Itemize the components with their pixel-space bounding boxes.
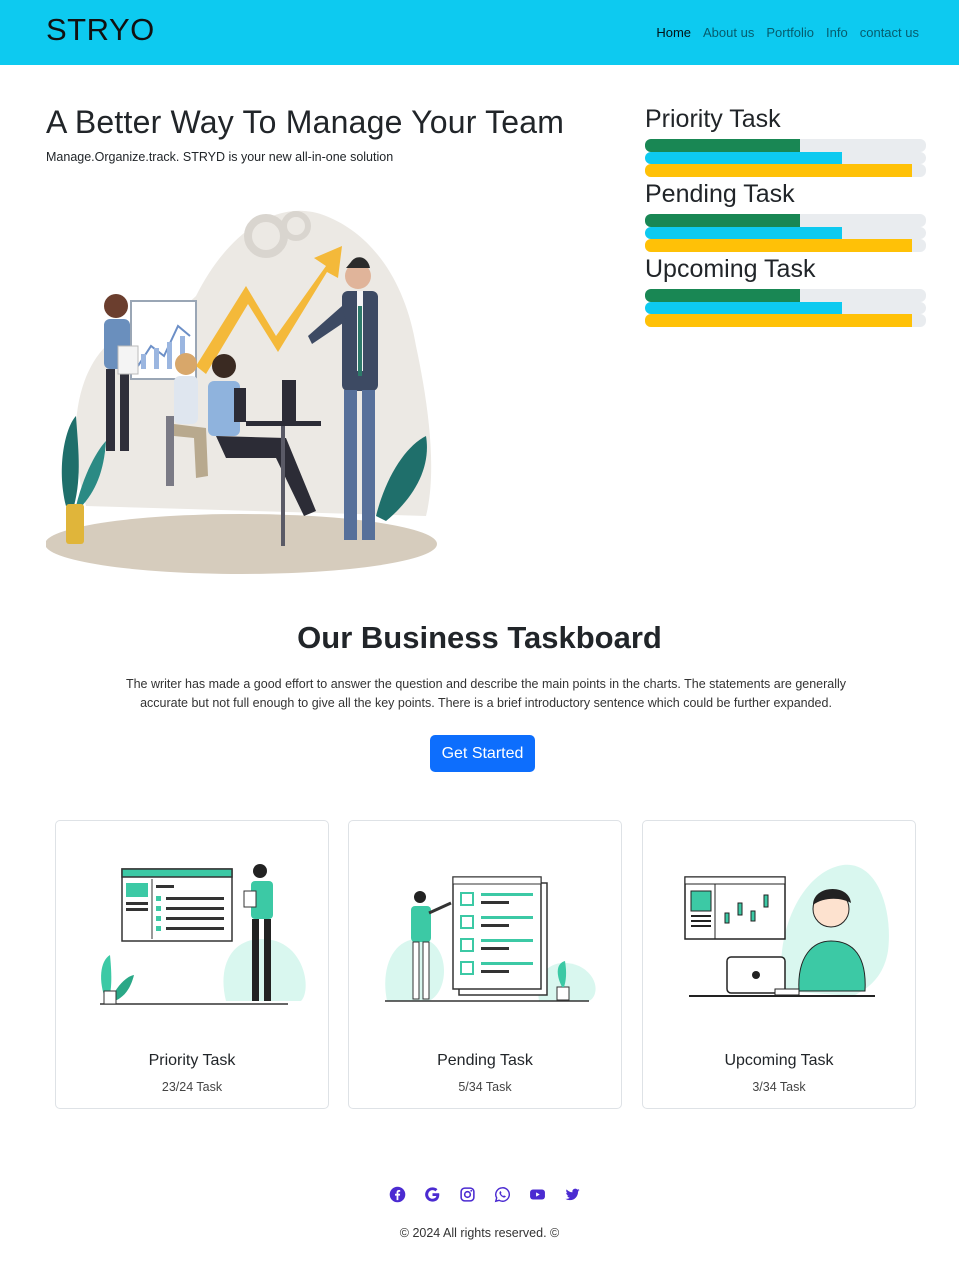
progress-fill <box>645 164 912 177</box>
hero-title: A Better Way To Manage Your Team <box>46 104 565 140</box>
card-count: 23/24 Task <box>161 1080 223 1094</box>
progress-bar <box>645 289 926 302</box>
section-title: Our Business Taskboard <box>297 620 662 655</box>
progress-fill <box>645 214 800 227</box>
progress-fill <box>645 139 800 152</box>
progress-title: Upcoming Task <box>645 255 816 283</box>
progress-fill <box>645 226 842 239</box>
progress-fill <box>645 289 800 302</box>
section-description: The writer has made a good effort to ans… <box>125 677 847 710</box>
task-card-priority[interactable]: Priority Task 23/24 Task <box>55 820 329 1109</box>
progress-title: Priority Task <box>645 105 781 133</box>
progress-fill <box>645 151 842 164</box>
progress-fill <box>645 314 912 327</box>
nav-link-info[interactable]: Info <box>826 25 848 40</box>
card-title: Upcoming Task <box>724 1052 834 1069</box>
navbar: STRYO Home About us Portfolio Info conta… <box>0 0 959 65</box>
nav-links: Home About us Portfolio Info contact us <box>656 25 919 40</box>
progress-group-priority: Priority Task <box>645 104 926 179</box>
progress-group-pending: Pending Task <box>645 179 926 254</box>
progress-fill <box>645 301 842 314</box>
social-links <box>389 1186 581 1203</box>
priority-task-illustration <box>100 864 306 1005</box>
card-count: 3/34 Task <box>752 1080 806 1094</box>
google-icon[interactable] <box>424 1186 441 1203</box>
progress-bar <box>645 226 926 239</box>
progress-group-upcoming: Upcoming Task <box>645 254 926 329</box>
card-title: Pending Task <box>437 1052 533 1069</box>
upcoming-task-illustration <box>684 864 889 997</box>
get-started-button[interactable]: Get Started <box>430 735 535 772</box>
hero-illustration <box>46 210 437 574</box>
progress-bar <box>645 214 926 227</box>
progress-bar <box>645 239 926 252</box>
progress-fill <box>645 239 912 252</box>
task-card-upcoming[interactable]: Upcoming Task 3/34 Task <box>642 820 916 1109</box>
nav-link-about[interactable]: About us <box>703 25 754 40</box>
nav-link-home[interactable]: Home <box>656 25 691 40</box>
hero-subtitle: Manage.Organize.track. STRYD is your new… <box>46 150 394 164</box>
progress-bar <box>645 151 926 164</box>
nav-link-portfolio[interactable]: Portfolio <box>766 25 814 40</box>
pending-task-illustration <box>385 876 596 1002</box>
facebook-icon[interactable] <box>389 1186 406 1203</box>
task-card-pending[interactable]: Pending Task 5/34 Task <box>348 820 622 1109</box>
progress-bar <box>645 301 926 314</box>
brand-logo[interactable]: STRYO <box>46 12 155 48</box>
card-title: Priority Task <box>148 1052 236 1069</box>
task-progress-panel: Priority Task Pending Task Upcoming Task <box>645 104 926 329</box>
whatsapp-icon[interactable] <box>494 1186 511 1203</box>
progress-title: Pending Task <box>645 180 795 208</box>
copyright: © 2024 All rights reserved. © <box>399 1226 560 1240</box>
twitter-icon[interactable] <box>564 1186 581 1203</box>
instagram-icon[interactable] <box>459 1186 476 1203</box>
nav-link-contact[interactable]: contact us <box>860 25 919 40</box>
card-count: 5/34 Task <box>458 1080 512 1094</box>
youtube-icon[interactable] <box>529 1186 546 1203</box>
progress-bar <box>645 139 926 152</box>
progress-bar <box>645 164 926 177</box>
progress-bar <box>645 314 926 327</box>
